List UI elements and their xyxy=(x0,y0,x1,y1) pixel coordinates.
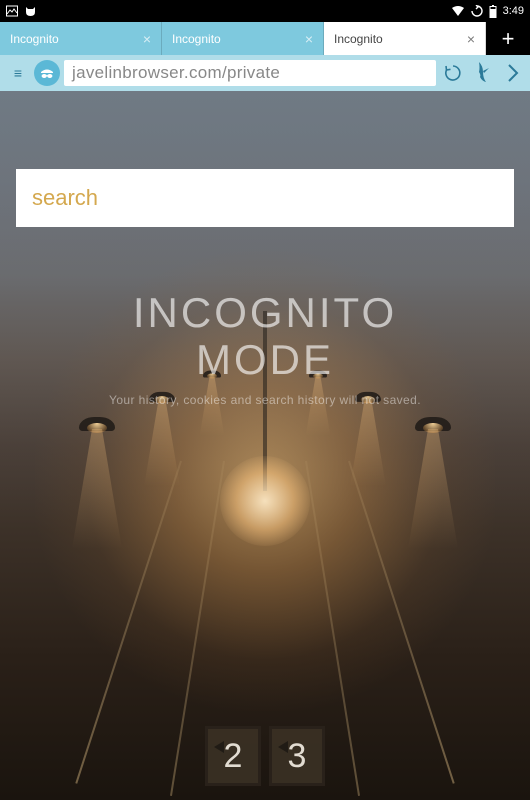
page-subtitle: Your history, cookies and search history… xyxy=(0,393,530,407)
tabs-row: Incognito × Incognito × Incognito × + xyxy=(0,22,530,55)
battery-icon xyxy=(489,5,497,18)
search-placeholder: search xyxy=(32,185,98,211)
picture-icon xyxy=(6,5,18,17)
title-line-2: MODE xyxy=(0,336,530,383)
url-text: javelinbrowser.com/private xyxy=(72,63,280,83)
tab-label: Incognito xyxy=(10,32,59,46)
tab-1[interactable]: Incognito × xyxy=(162,22,324,55)
forward-icon[interactable] xyxy=(500,62,526,84)
page-content: 2 3 search INCOGNITO MODE Your history, … xyxy=(0,91,530,800)
status-bar: 3:49 xyxy=(0,0,530,22)
url-input[interactable]: javelinbrowser.com/private xyxy=(64,60,436,86)
tab-label: Incognito xyxy=(334,32,383,46)
status-time: 3:49 xyxy=(503,5,524,17)
close-icon[interactable]: × xyxy=(305,31,313,47)
bg-lamps-near xyxy=(75,409,455,431)
reload-icon[interactable] xyxy=(440,63,466,83)
nav-bar: ≡ javelinbrowser.com/private xyxy=(0,55,530,91)
page-title: INCOGNITO MODE xyxy=(0,289,530,383)
title-line-1: INCOGNITO xyxy=(0,289,530,336)
status-right: 3:49 xyxy=(451,5,524,18)
incognito-logo-icon[interactable] xyxy=(34,60,60,86)
close-icon[interactable]: × xyxy=(467,31,475,47)
status-left xyxy=(6,5,37,17)
cat-icon xyxy=(24,5,37,17)
sign-digit-left: 2 xyxy=(205,726,261,786)
javelin-icon[interactable] xyxy=(470,60,496,86)
bg-platform-sign: 2 3 xyxy=(205,726,325,786)
close-icon[interactable]: × xyxy=(143,31,151,47)
wifi-icon xyxy=(451,6,465,17)
new-tab-button[interactable]: + xyxy=(486,22,530,55)
sync-icon xyxy=(471,5,483,17)
sign-digit-right: 3 xyxy=(269,726,325,786)
search-input[interactable]: search xyxy=(16,169,514,227)
tab-label: Incognito xyxy=(172,32,221,46)
bg-center-light xyxy=(220,456,310,546)
tab-2[interactable]: Incognito × xyxy=(324,22,486,55)
tab-0[interactable]: Incognito × xyxy=(0,22,162,55)
menu-icon[interactable]: ≡ xyxy=(4,65,30,81)
